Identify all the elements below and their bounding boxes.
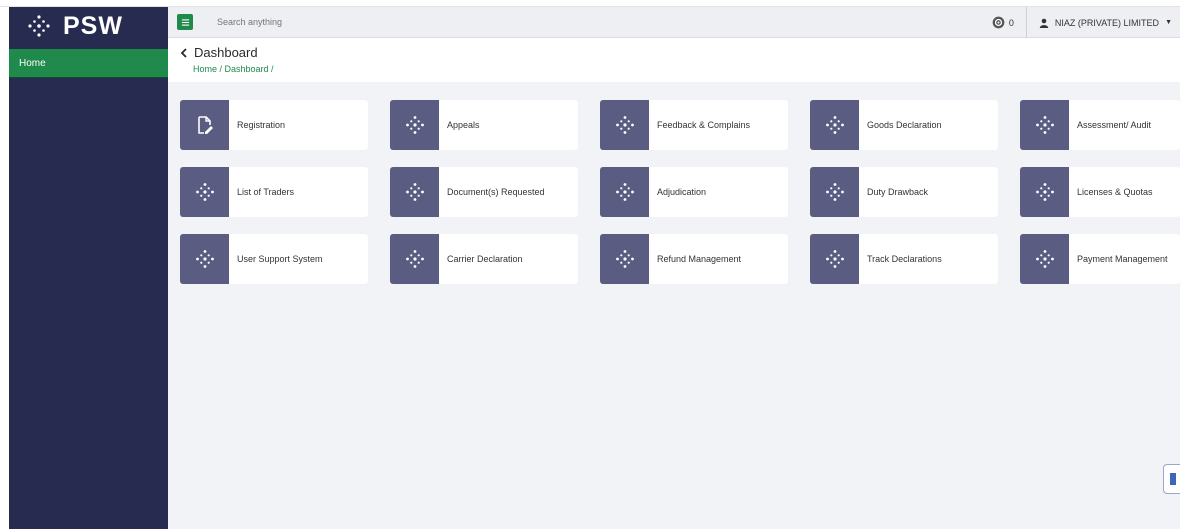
- tile-icon-box: [600, 167, 649, 217]
- psw-diamond-dots-icon: [825, 183, 844, 201]
- feedback-floating-button[interactable]: [1163, 464, 1180, 494]
- tile-adjudication[interactable]: Adjudication: [600, 167, 788, 217]
- tile-label: Duty Drawback: [867, 187, 929, 197]
- tile-label: User Support System: [237, 254, 323, 264]
- tile-carrier-declaration[interactable]: Carrier Declaration: [390, 234, 578, 284]
- psw-diamond-dots-icon: [615, 116, 634, 134]
- tile-icon-box: [1020, 100, 1069, 150]
- tile-icon-box: [390, 167, 439, 217]
- tile-label: Refund Management: [657, 254, 742, 264]
- psw-diamond-dots-icon: [825, 250, 844, 268]
- psw-diamond-dots-icon: [1035, 116, 1054, 134]
- user-name: NIAZ (PRIVATE) LIMITED: [1054, 17, 1160, 28]
- tile-icon-box: [810, 234, 859, 284]
- psw-diamond-dots-icon: [615, 183, 634, 201]
- chevron-left-icon[interactable]: [180, 47, 188, 58]
- user-icon: [1039, 18, 1049, 28]
- psw-diamond-dots-icon: [28, 15, 50, 37]
- tile-icon-box: [180, 167, 229, 217]
- tile-icon-box: [390, 234, 439, 284]
- tile-icon-box: [1020, 234, 1069, 284]
- brand-name: PSW: [63, 11, 123, 40]
- tile-icon-box: [1020, 167, 1069, 217]
- tile-duty-drawback[interactable]: Duty Drawback: [810, 167, 998, 217]
- feedback-flag-icon: [1170, 473, 1176, 485]
- tile-icon-box: [390, 100, 439, 150]
- caret-down-icon: ▼: [1165, 19, 1172, 26]
- tile-list-of-traders[interactable]: List of Traders: [180, 167, 368, 217]
- tile-label: Licenses & Quotas: [1077, 187, 1153, 197]
- tile-refund-management[interactable]: Refund Management: [600, 234, 788, 284]
- tile-icon-box: [810, 100, 859, 150]
- menu-toggle-button[interactable]: [177, 14, 193, 30]
- sidebar-item-home[interactable]: Home: [9, 49, 168, 78]
- tile-documents-requested[interactable]: Document(s) Requested: [390, 167, 578, 217]
- page-header: Dashboard Home / Dashboard /: [168, 38, 1180, 82]
- psw-diamond-dots-icon: [1035, 250, 1054, 268]
- tile-user-support-system[interactable]: User Support System: [180, 234, 368, 284]
- tile-label: Adjudication: [657, 187, 707, 197]
- tile-label: Feedback & Complains: [657, 120, 751, 130]
- tile-track-declarations[interactable]: Track Declarations: [810, 234, 998, 284]
- sidebar: PSW Home: [9, 7, 168, 529]
- tile-payment-management[interactable]: Payment Management: [1020, 234, 1180, 284]
- search-input[interactable]: [217, 17, 517, 27]
- psw-diamond-dots-icon: [405, 116, 424, 134]
- tile-icon-box: [600, 234, 649, 284]
- psw-diamond-dots-icon: [825, 116, 844, 134]
- notification-icon: [992, 16, 1005, 29]
- notification-count: 0: [1008, 17, 1014, 28]
- psw-diamond-dots-icon: [1035, 183, 1054, 201]
- tile-assessment-audit[interactable]: Assessment/ Audit: [1020, 100, 1180, 150]
- tile-icon-box: [600, 100, 649, 150]
- window-top-edge: [0, 0, 1180, 7]
- brand-logo[interactable]: PSW: [9, 7, 168, 45]
- tile-goods-declaration[interactable]: Goods Declaration: [810, 100, 998, 150]
- page-title-row: Dashboard: [180, 45, 258, 60]
- topbar-right: 0 NIAZ (PRIVATE) LIMITED ▼: [992, 7, 1172, 38]
- tile-icon-box: [810, 167, 859, 217]
- tile-icon-box: [180, 234, 229, 284]
- psw-diamond-dots-icon: [405, 183, 424, 201]
- hamburger-icon: [181, 18, 189, 26]
- tile-licenses-quotas[interactable]: Licenses & Quotas: [1020, 167, 1180, 217]
- breadcrumb[interactable]: Home / Dashboard /: [193, 64, 274, 74]
- edit-document-icon: [197, 116, 213, 134]
- topbar: 0 NIAZ (PRIVATE) LIMITED ▼: [168, 7, 1180, 38]
- tile-label: Payment Management: [1077, 254, 1168, 264]
- tile-label: Assessment/ Audit: [1077, 120, 1152, 130]
- dashboard-main: Registration Appeals Feedback & Complain…: [168, 82, 1180, 529]
- tile-label: List of Traders: [237, 187, 295, 197]
- page-title: Dashboard: [194, 45, 258, 60]
- psw-diamond-dots-icon: [615, 250, 634, 268]
- notification-button[interactable]: 0: [992, 7, 1027, 38]
- tile-label: Carrier Declaration: [447, 254, 523, 264]
- tile-label: Track Declarations: [867, 254, 942, 264]
- psw-diamond-dots-icon: [195, 183, 214, 201]
- tile-label: Appeals: [447, 120, 480, 130]
- tile-icon-box: [180, 100, 229, 150]
- tile-label: Registration: [237, 120, 286, 130]
- psw-diamond-dots-icon: [405, 250, 424, 268]
- tile-label: Document(s) Requested: [447, 187, 545, 197]
- tile-appeals[interactable]: Appeals: [390, 100, 578, 150]
- tile-registration[interactable]: Registration: [180, 100, 368, 150]
- tile-label: Goods Declaration: [867, 120, 942, 130]
- tile-feedback-complains[interactable]: Feedback & Complains: [600, 100, 788, 150]
- user-menu[interactable]: NIAZ (PRIVATE) LIMITED ▼: [1039, 18, 1172, 28]
- psw-diamond-dots-icon: [195, 250, 214, 268]
